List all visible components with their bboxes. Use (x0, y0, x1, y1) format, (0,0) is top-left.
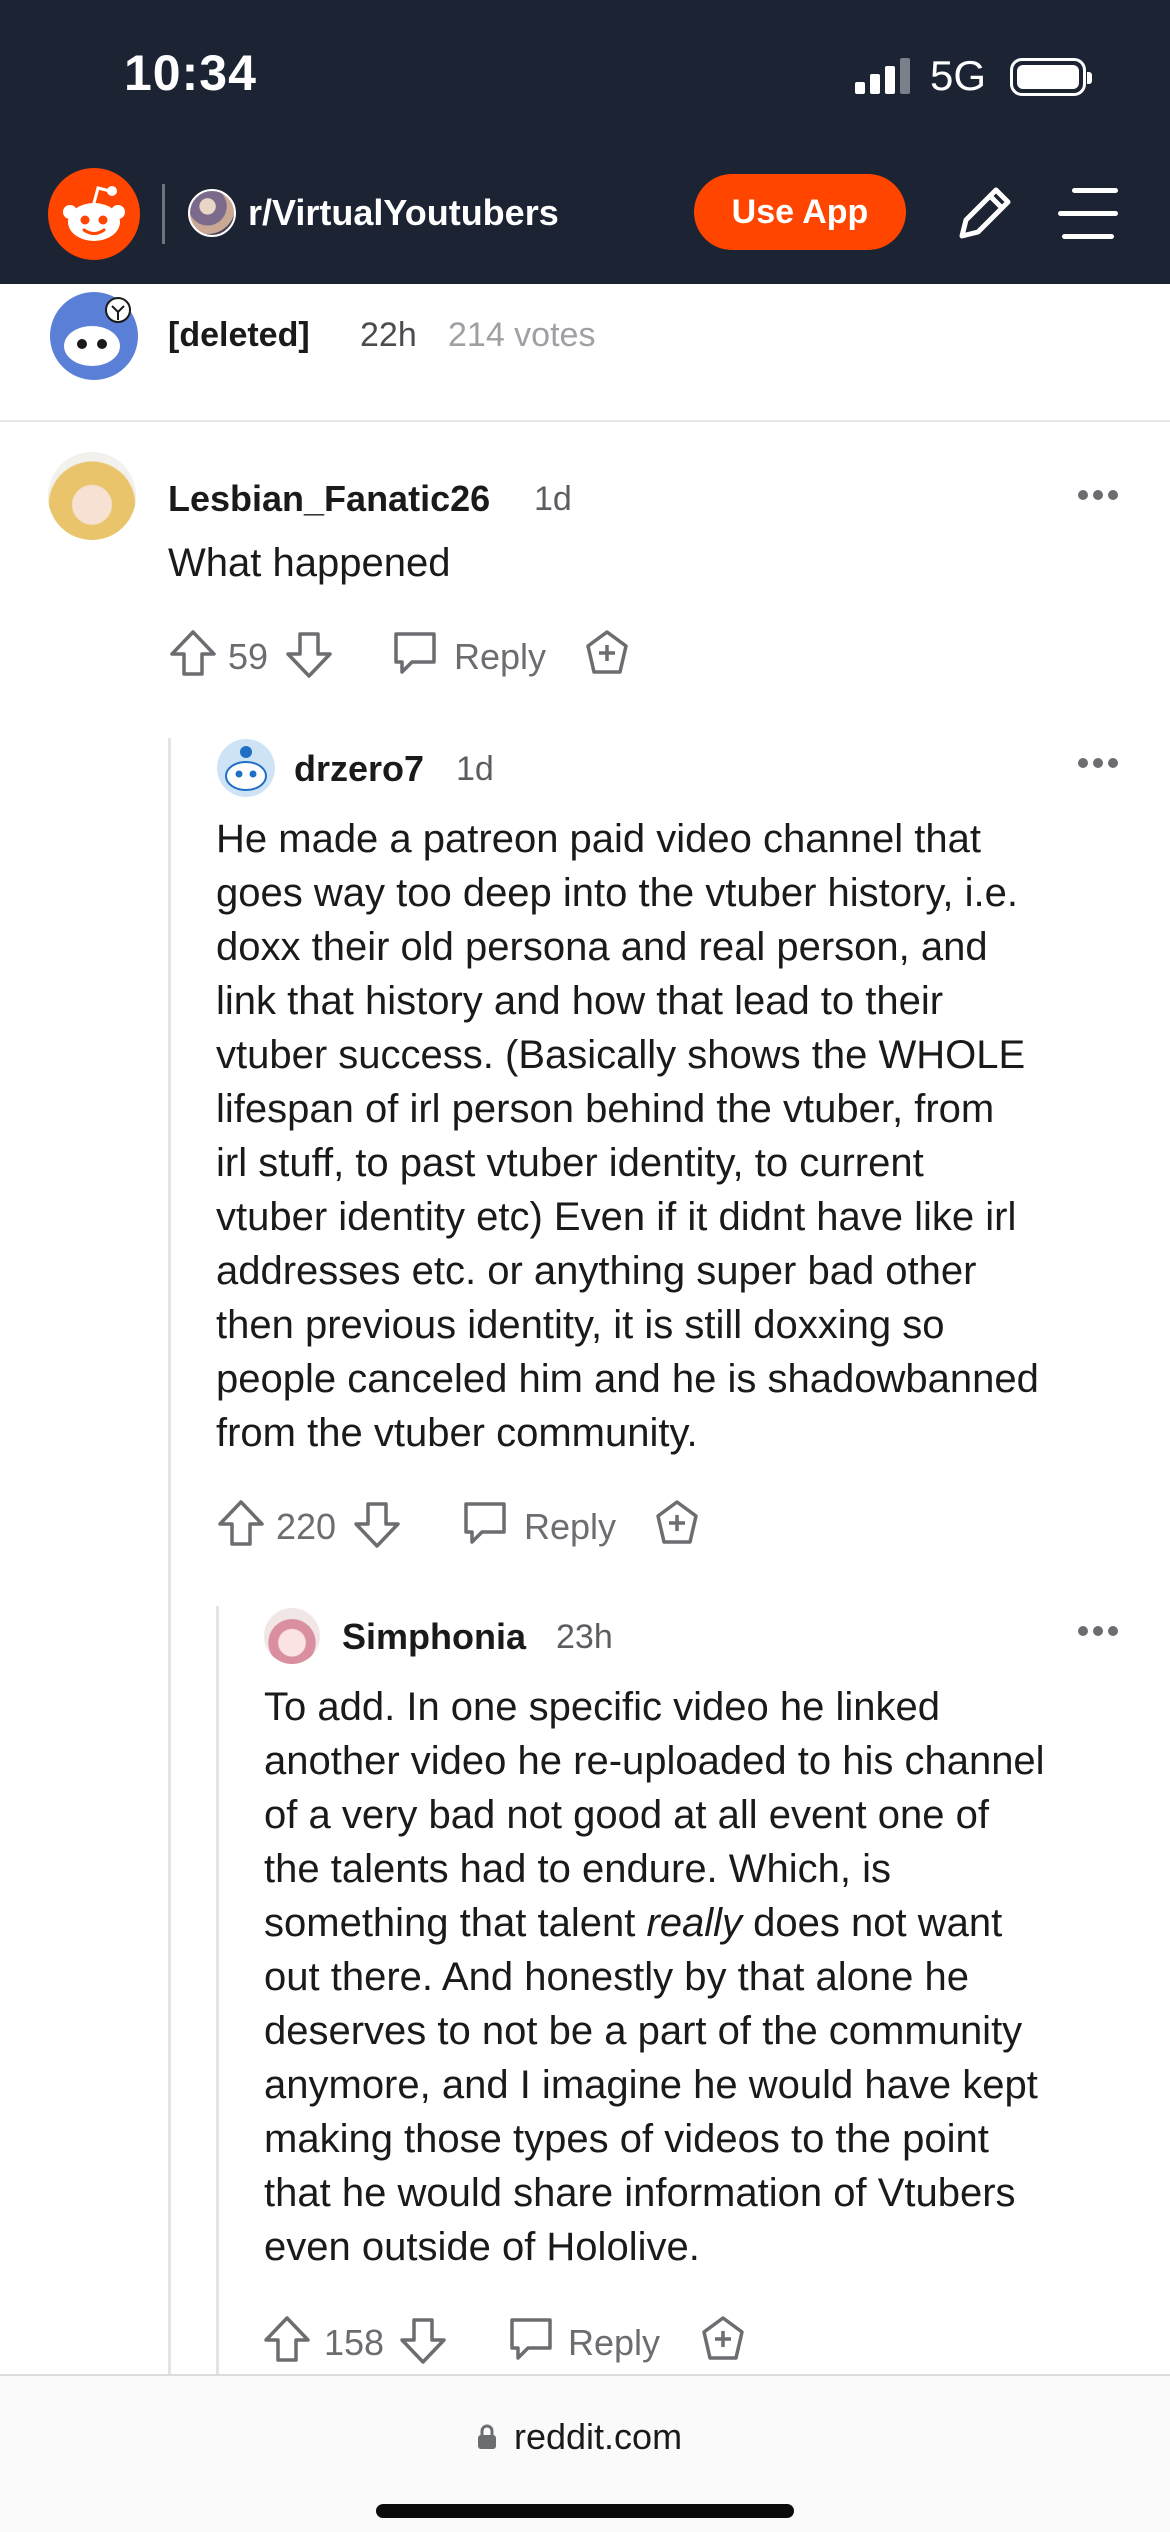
vote-count: 59 (228, 636, 269, 677)
reply-button[interactable]: Reply (524, 1506, 616, 1548)
comment-time: 23h (556, 1618, 613, 1656)
parent-comment-deleted: [deleted] 22h 214 votes (0, 284, 1170, 422)
thread-line[interactable] (168, 738, 171, 2374)
network-label: 5G (930, 52, 987, 99)
deleted-username: [deleted] (168, 316, 310, 354)
award-icon[interactable] (582, 628, 632, 684)
snoo-avatar (48, 290, 140, 382)
comment-body: He made a patreon paid video channel tha… (216, 817, 1039, 1455)
menu-icon[interactable] (1058, 184, 1122, 244)
header-divider (162, 184, 165, 244)
upvote-icon[interactable] (166, 626, 220, 682)
app-header: 10:34 5G r/VirtualYoutubers Use App (0, 0, 1170, 284)
award-icon[interactable] (698, 2314, 748, 2370)
comment-time: 1d (456, 750, 494, 788)
signal-icon (855, 58, 915, 94)
more-icon[interactable] (1078, 490, 1118, 502)
comment-author[interactable]: drzero7 (294, 748, 424, 790)
comment-body: What happened (168, 541, 451, 585)
reply-icon[interactable] (460, 1498, 510, 1554)
reply-button[interactable]: Reply (568, 2322, 660, 2364)
upvote-icon[interactable] (214, 1496, 268, 1552)
thread-line[interactable] (216, 1606, 219, 2374)
deleted-time: 22h (360, 316, 417, 354)
reply-icon[interactable] (506, 2314, 556, 2370)
deleted-votes: 214 votes (448, 316, 596, 354)
comment-author[interactable]: Simphonia (342, 1616, 526, 1658)
use-app-button[interactable]: Use App (694, 174, 906, 250)
downvote-icon[interactable] (350, 1496, 404, 1552)
home-indicator[interactable] (376, 2504, 794, 2518)
subreddit-avatar[interactable] (188, 189, 236, 237)
reddit-logo-icon[interactable] (48, 168, 140, 260)
battery-icon (1010, 58, 1092, 96)
comment-time: 1d (534, 480, 572, 518)
reply-button[interactable]: Reply (454, 636, 546, 678)
pencil-icon[interactable] (950, 180, 1018, 248)
vote-count: 158 (324, 2322, 385, 2363)
browser-bottom-bar: reddit.com (0, 2374, 1170, 2532)
url-domain[interactable]: reddit.com (514, 2416, 682, 2458)
body-text-part: does not want out there. And honestly by… (264, 1901, 1038, 2269)
award-icon[interactable] (652, 1498, 702, 1554)
upvote-icon[interactable] (260, 2312, 314, 2368)
downvote-icon[interactable] (396, 2312, 450, 2368)
vote-count: 220 (276, 1506, 337, 1547)
downvote-icon[interactable] (282, 626, 336, 682)
reply-icon[interactable] (390, 628, 440, 684)
avatar[interactable] (264, 1608, 320, 1664)
emphasis-text: really (646, 1901, 743, 1945)
subreddit-name[interactable]: r/VirtualYoutubers (248, 192, 559, 234)
avatar[interactable] (48, 452, 136, 540)
status-time: 10:34 (124, 45, 257, 101)
avatar[interactable] (216, 738, 276, 798)
more-icon[interactable] (1078, 1626, 1118, 1638)
more-icon[interactable] (1078, 758, 1118, 770)
comment-body: To add. In one specific video he linked … (264, 1680, 1045, 2274)
comment-author[interactable]: Lesbian_Fanatic26 (168, 478, 490, 520)
lock-icon (476, 2424, 498, 2450)
